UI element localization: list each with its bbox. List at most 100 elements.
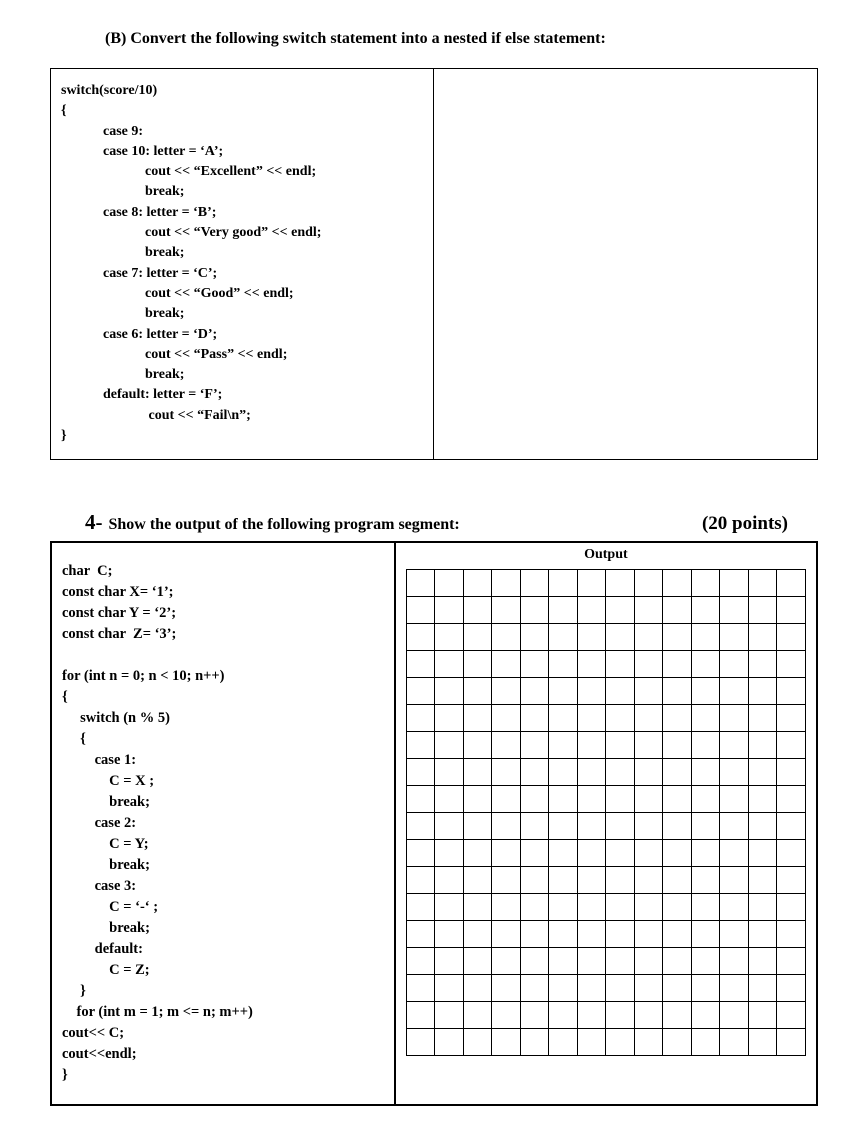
grid-cell [549,651,578,678]
grid-cell [606,975,635,1002]
part-b-box: switch(score/10) { case 9: case 10: lett… [50,68,818,460]
grid-cell [492,624,521,651]
grid-cell [492,651,521,678]
grid-cell [492,597,521,624]
grid-cell [606,705,635,732]
grid-cell [777,894,806,921]
grid-cell [549,705,578,732]
grid-cell [691,678,720,705]
grid-cell [549,1029,578,1056]
grid-cell [463,624,492,651]
grid-cell [720,975,749,1002]
grid-cell [720,786,749,813]
grid-cell [606,759,635,786]
grid-cell [691,975,720,1002]
grid-cell [549,786,578,813]
grid-cell [634,624,663,651]
grid-cell [492,813,521,840]
grid-cell [463,759,492,786]
grid-cell [606,867,635,894]
grid-cell [720,705,749,732]
grid-cell [463,732,492,759]
grid-cell [406,786,435,813]
grid-cell [634,894,663,921]
grid-cell [492,921,521,948]
grid-cell [663,867,692,894]
grid-cell [663,975,692,1002]
grid-cell [520,651,549,678]
grid-cell [777,570,806,597]
grid-cell [549,894,578,921]
grid-cell [720,732,749,759]
grid-cell [748,678,777,705]
grid-cell [549,813,578,840]
grid-cell [463,1002,492,1029]
grid-cell [777,597,806,624]
grid-cell [663,786,692,813]
grid-cell [435,921,464,948]
grid-cell [720,1002,749,1029]
grid-cell [720,678,749,705]
grid-cell [520,759,549,786]
output-grid [406,569,806,1056]
grid-cell [549,597,578,624]
grid-cell [520,732,549,759]
grid-cell [435,1002,464,1029]
grid-cell [691,867,720,894]
grid-cell [435,813,464,840]
grid-cell [406,597,435,624]
grid-cell [720,759,749,786]
grid-cell [748,1029,777,1056]
grid-cell [634,732,663,759]
grid-cell [463,786,492,813]
grid-cell [463,921,492,948]
grid-cell [577,624,606,651]
grid-cell [435,759,464,786]
grid-cell [492,1002,521,1029]
grid-cell [463,597,492,624]
grid-cell [435,786,464,813]
grid-cell [634,948,663,975]
grid-cell [435,678,464,705]
grid-cell [463,651,492,678]
grid-cell [520,840,549,867]
grid-cell [777,786,806,813]
grid-cell [748,975,777,1002]
grid-cell [520,894,549,921]
grid-cell [549,948,578,975]
q4-code: char C; const char X= ‘1’; const char Y … [52,543,396,1104]
grid-cell [748,948,777,975]
grid-cell [520,624,549,651]
grid-cell [634,813,663,840]
grid-cell [435,840,464,867]
grid-cell [492,840,521,867]
grid-cell [663,840,692,867]
grid-cell [663,732,692,759]
grid-cell [634,570,663,597]
grid-cell [777,732,806,759]
grid-cell [492,867,521,894]
grid-cell [435,867,464,894]
grid-cell [691,1029,720,1056]
grid-cell [406,759,435,786]
grid-cell [406,867,435,894]
grid-cell [463,1029,492,1056]
grid-cell [606,786,635,813]
q4-number: 4- [85,510,103,535]
grid-cell [577,894,606,921]
grid-cell [520,678,549,705]
grid-cell [634,921,663,948]
grid-cell [492,786,521,813]
grid-cell [720,894,749,921]
grid-cell [748,867,777,894]
grid-cell [634,597,663,624]
grid-cell [720,921,749,948]
grid-cell [406,894,435,921]
grid-cell [435,1029,464,1056]
grid-cell [549,867,578,894]
grid-cell [663,651,692,678]
grid-cell [520,975,549,1002]
grid-cell [406,732,435,759]
grid-cell [777,1002,806,1029]
grid-cell [492,705,521,732]
